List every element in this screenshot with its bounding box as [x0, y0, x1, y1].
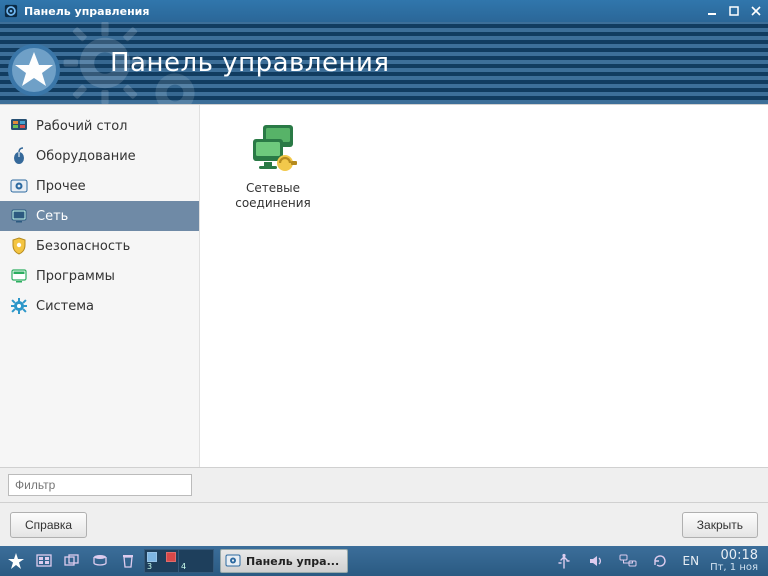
volume-icon[interactable] [584, 549, 608, 573]
sidebar-item-label: Рабочий стол [36, 119, 127, 134]
files-button[interactable] [88, 549, 112, 573]
sidebar-item-label: Сеть [36, 209, 68, 224]
system-tray: EN 00:18 Пт, 1 ноя [552, 549, 764, 573]
clock-date: Пт, 1 ноя [710, 563, 758, 574]
desktop-icon [10, 117, 28, 135]
window-title: Панель управления [24, 5, 698, 18]
workspace-pager[interactable]: 3 4 [144, 549, 214, 573]
sidebar-item-label: Безопасность [36, 239, 130, 254]
updates-icon[interactable] [648, 549, 672, 573]
start-menu-button[interactable] [4, 549, 28, 573]
close-dialog-button[interactable]: Закрыть [682, 512, 758, 538]
filter-row [0, 467, 768, 502]
sidebar-item-label: Программы [36, 269, 115, 284]
sidebar-item-other[interactable]: Прочее [0, 171, 199, 201]
task-control-panel[interactable]: Панель упра... [220, 549, 348, 573]
keyboard-layout[interactable]: EN [680, 549, 703, 573]
help-button[interactable]: Справка [10, 512, 87, 538]
sidebar-item-label: Оборудование [36, 149, 136, 164]
header-badge [4, 40, 68, 98]
header-band: Панель управления [0, 22, 768, 104]
sidebar-item-hardware[interactable]: Оборудование [0, 141, 199, 171]
gear-icon [10, 177, 28, 195]
network-tray-icon[interactable] [616, 549, 640, 573]
show-desktop-button[interactable] [32, 549, 56, 573]
sidebar-item-desktop[interactable]: Рабочий стол [0, 111, 199, 141]
titlebar: Панель управления [0, 0, 768, 22]
trash-button[interactable] [116, 549, 140, 573]
taskbar: 3 4 Панель упра... EN 00:18 Пт, 1 ноя [0, 546, 768, 576]
sidebar-item-network[interactable]: Сеть [0, 201, 199, 231]
shield-icon [10, 237, 28, 255]
window-list-button[interactable] [60, 549, 84, 573]
networks-icon [245, 119, 301, 175]
clock-time: 00:18 [710, 549, 758, 563]
sidebar-item-security[interactable]: Безопасность [0, 231, 199, 261]
usb-icon[interactable] [552, 549, 576, 573]
clock[interactable]: 00:18 Пт, 1 ноя [710, 549, 758, 573]
app-icon [10, 267, 28, 285]
content-pane: Сетевые соединения [200, 105, 768, 467]
screen-icon [10, 207, 28, 225]
app-icon [4, 4, 18, 18]
sidebar-item-programs[interactable]: Программы [0, 261, 199, 291]
dialog-buttons: Справка Закрыть [0, 502, 768, 546]
cog-icon [10, 297, 28, 315]
body: Рабочий стол Оборудование Прочее Сеть Бе [0, 104, 768, 467]
maximize-button[interactable] [726, 3, 742, 19]
sidebar-item-system[interactable]: Система [0, 291, 199, 321]
gear-icon [225, 553, 241, 569]
item-label: Сетевые соединения [218, 181, 328, 211]
workspace-4[interactable]: 4 [179, 550, 213, 572]
minimize-button[interactable] [704, 3, 720, 19]
sidebar: Рабочий стол Оборудование Прочее Сеть Бе [0, 105, 200, 467]
task-label: Панель упра... [246, 555, 339, 568]
sidebar-item-label: Прочее [36, 179, 86, 194]
close-button[interactable] [748, 3, 764, 19]
item-network-connections[interactable]: Сетевые соединения [218, 119, 328, 211]
sidebar-item-label: Система [36, 299, 94, 314]
mouse-icon [10, 147, 28, 165]
filter-input[interactable] [8, 474, 192, 496]
page-title: Панель управления [110, 48, 389, 78]
workspace-3[interactable]: 3 [145, 550, 179, 572]
